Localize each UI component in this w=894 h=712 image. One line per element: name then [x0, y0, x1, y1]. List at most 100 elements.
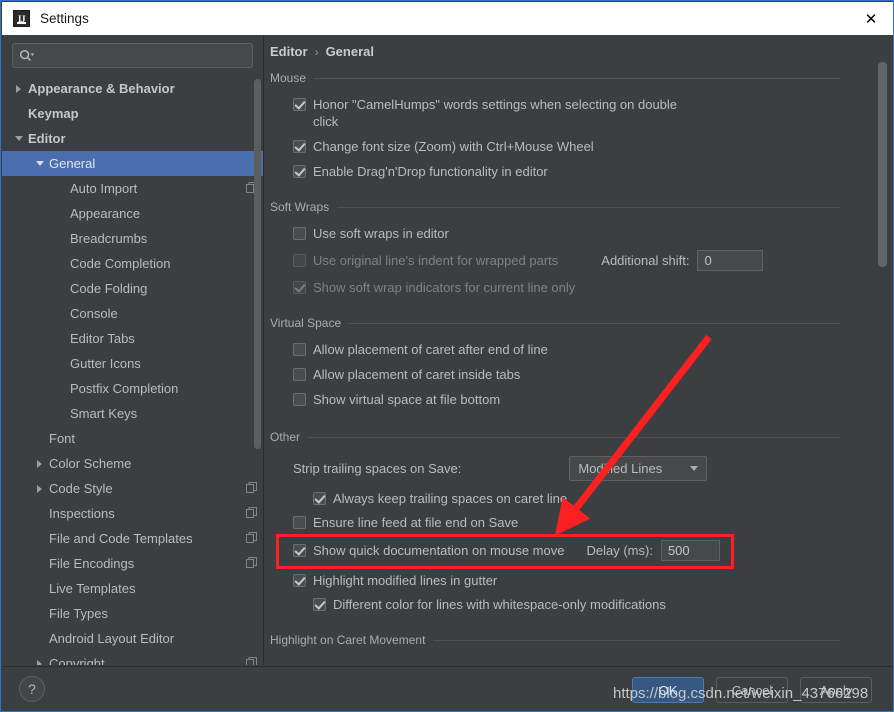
sidebar-item-label: Auto Import [70, 181, 138, 196]
search-input[interactable] [35, 47, 246, 64]
option-always-keep-trailing-spaces[interactable]: Always keep trailing spaces on caret lin… [313, 490, 865, 507]
sidebar-item-editor[interactable]: Editor [2, 126, 263, 151]
option-different-color-whitespace[interactable]: Different color for lines with whitespac… [313, 596, 865, 613]
group-header-virtual-space: Virtual Space [270, 316, 865, 330]
copy-settings-icon[interactable] [246, 531, 257, 546]
group-header-soft-wraps: Soft Wraps [270, 200, 865, 214]
option-label: Use original line's indent for wrapped p… [313, 253, 559, 268]
soft-wrap-indent-row: Use original line's indent for wrapped p… [265, 250, 865, 271]
option-honor-camelhumps[interactable]: Honor "CamelHumps" words settings when s… [293, 96, 693, 130]
breadcrumb-root[interactable]: Editor [270, 44, 308, 59]
option-label: Show quick documentation on mouse move [313, 543, 565, 558]
sidebar-item-appearance-behavior[interactable]: Appearance & Behavior [2, 76, 263, 101]
chevron-right-icon[interactable] [33, 657, 46, 665]
checkbox-different-color-whitespace[interactable] [313, 598, 326, 611]
checkbox-highlight-modified-lines[interactable] [293, 574, 306, 587]
checkbox-caret-inside-tabs[interactable] [293, 368, 306, 381]
sidebar-item-file-types[interactable]: File Types [2, 601, 263, 626]
help-icon[interactable]: ? [19, 676, 45, 702]
sidebar-item-inspections[interactable]: Inspections [2, 501, 263, 526]
strip-trailing-spaces-select[interactable]: Modified Lines [569, 456, 708, 481]
sidebar-item-smart-keys[interactable]: Smart Keys [2, 401, 263, 426]
checkbox-caret-after-end-of-line[interactable] [293, 343, 306, 356]
option-caret-inside-tabs[interactable]: Allow placement of caret inside tabs [293, 366, 865, 383]
checkbox-virtual-space-file-bottom[interactable] [293, 393, 306, 406]
option-label: Different color for lines with whitespac… [333, 597, 666, 612]
sidebar-item-file-and-code-templates[interactable]: File and Code Templates [2, 526, 263, 551]
option-ensure-line-feed[interactable]: Ensure line feed at file end on Save [293, 514, 865, 531]
sidebar-item-gutter-icons[interactable]: Gutter Icons [2, 351, 263, 376]
delay-input[interactable] [660, 540, 720, 561]
settings-tree: Appearance & Behavior Keymap Editor General… [2, 76, 263, 665]
option-change-font-size-zoom[interactable]: Change font size (Zoom) with Ctrl+Mouse … [293, 138, 865, 155]
ok-button[interactable]: OK [632, 677, 704, 703]
settings-sidebar: Appearance & Behavior Keymap Editor General… [2, 35, 264, 665]
additional-shift-field: Additional shift: [601, 250, 764, 271]
option-label: Always keep trailing spaces on caret lin… [333, 491, 568, 506]
close-icon[interactable]: ✕ [848, 2, 893, 35]
sidebar-item-console[interactable]: Console [2, 301, 263, 326]
option-show-soft-wrap-indicators[interactable]: Show soft wrap indicators for current li… [293, 279, 865, 296]
sidebar-item-color-scheme[interactable]: Color Scheme [2, 451, 263, 476]
search-box[interactable] [12, 43, 253, 68]
sidebar-item-label: Copyright [49, 656, 105, 665]
sidebar-item-postfix-completion[interactable]: Postfix Completion [2, 376, 263, 401]
chevron-right-icon[interactable] [33, 457, 46, 470]
option-enable-drag-n-drop[interactable]: Enable Drag'n'Drop functionality in edit… [293, 163, 865, 180]
sidebar-item-code-style[interactable]: Code Style [2, 476, 263, 501]
dialog-footer: ? OK Cancel Apply [2, 666, 893, 711]
sidebar-item-live-templates[interactable]: Live Templates [2, 576, 263, 601]
checkbox-use-original-indent[interactable] [293, 254, 306, 267]
checkbox-enable-drag-n-drop[interactable] [293, 165, 306, 178]
checkbox-honor-camelhumps[interactable] [293, 98, 306, 111]
sidebar-item-label: Live Templates [49, 581, 136, 596]
copy-settings-icon[interactable] [246, 656, 257, 665]
group-title-soft-wraps: Soft Wraps [270, 200, 330, 214]
copy-settings-icon[interactable] [246, 481, 257, 496]
breadcrumb-separator-icon: › [314, 44, 319, 59]
checkbox-change-font-size-zoom[interactable] [293, 140, 306, 153]
sidebar-item-general[interactable]: General [2, 151, 263, 176]
sidebar-item-copyright[interactable]: Copyright [2, 651, 263, 665]
search-icon[interactable] [19, 49, 35, 63]
checkbox-ensure-line-feed[interactable] [293, 516, 306, 529]
sidebar-item-label: Console [70, 306, 118, 321]
copy-settings-icon[interactable] [246, 556, 257, 571]
chevron-right-icon[interactable] [33, 482, 46, 495]
checkbox-show-soft-wrap-indicators[interactable] [293, 281, 306, 294]
cancel-button[interactable]: Cancel [716, 677, 788, 703]
option-highlight-modified-lines[interactable]: Highlight modified lines in gutter [293, 572, 865, 589]
settings-content: Mouse Honor "CamelHumps" words settings … [265, 71, 865, 647]
option-use-soft-wraps[interactable]: Use soft wraps in editor [293, 225, 865, 242]
sidebar-item-android-layout-editor[interactable]: Android Layout Editor [2, 626, 263, 651]
option-label: Use soft wraps in editor [313, 226, 449, 241]
chevron-down-icon[interactable] [12, 132, 25, 145]
sidebar-item-editor-tabs[interactable]: Editor Tabs [2, 326, 263, 351]
strip-trailing-spaces-row: Strip trailing spaces on Save: Modified … [265, 456, 865, 481]
sidebar-item-font[interactable]: Font [2, 426, 263, 451]
checkbox-show-quick-documentation[interactable] [293, 544, 306, 557]
group-header-highlight-caret-movement: Highlight on Caret Movement [270, 633, 865, 647]
sidebar-item-appearance[interactable]: Appearance [2, 201, 263, 226]
sidebar-scrollbar[interactable] [254, 79, 261, 449]
delay-field: Delay (ms): [586, 540, 720, 561]
sidebar-item-keymap[interactable]: Keymap [2, 101, 263, 126]
chevron-down-icon[interactable] [33, 157, 46, 170]
sidebar-item-breadcrumbs[interactable]: Breadcrumbs [2, 226, 263, 251]
option-show-quick-documentation[interactable]: Show quick documentation on mouse move [293, 542, 564, 559]
option-virtual-space-file-bottom[interactable]: Show virtual space at file bottom [293, 391, 865, 408]
main-panel-scrollbar[interactable] [878, 62, 887, 267]
sidebar-item-file-encodings[interactable]: File Encodings [2, 551, 263, 576]
chevron-right-icon[interactable] [12, 82, 25, 95]
delay-label: Delay (ms): [586, 543, 653, 558]
sidebar-item-code-completion[interactable]: Code Completion [2, 251, 263, 276]
sidebar-item-code-folding[interactable]: Code Folding [2, 276, 263, 301]
checkbox-always-keep-trailing-spaces[interactable] [313, 492, 326, 505]
apply-button[interactable]: Apply [800, 677, 872, 703]
additional-shift-input[interactable] [697, 250, 764, 271]
option-use-original-indent[interactable]: Use original line's indent for wrapped p… [293, 252, 558, 269]
copy-settings-icon[interactable] [246, 506, 257, 521]
checkbox-use-soft-wraps[interactable] [293, 227, 306, 240]
sidebar-item-auto-import[interactable]: Auto Import [2, 176, 263, 201]
option-caret-after-end-of-line[interactable]: Allow placement of caret after end of li… [293, 341, 865, 358]
